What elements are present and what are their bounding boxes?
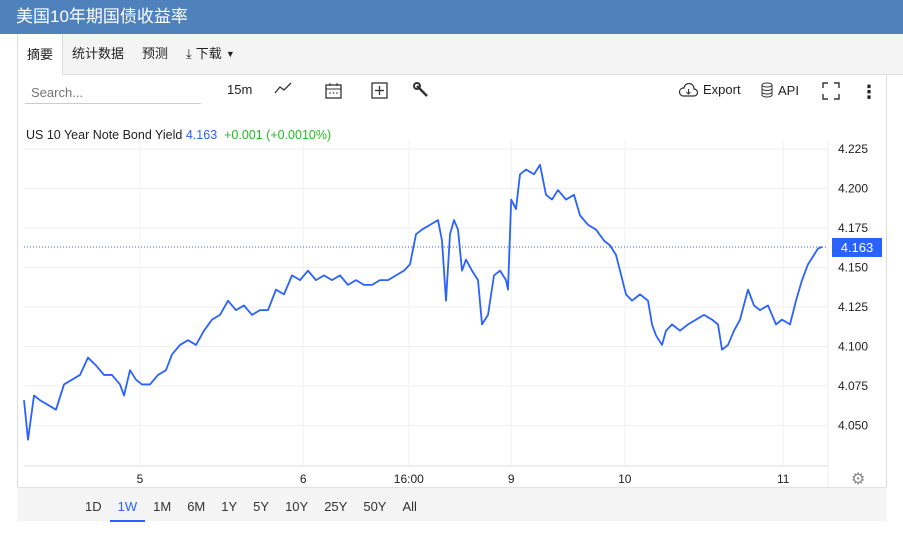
range-button-10y[interactable]: 10Y bbox=[277, 488, 316, 522]
page-title: 美国10年期国债收益率 bbox=[0, 0, 903, 34]
tab-statistics[interactable]: 统计数据 bbox=[63, 34, 133, 74]
series-value: 4.163 bbox=[185, 128, 218, 142]
plus-box-icon bbox=[371, 82, 388, 99]
wrench-icon bbox=[413, 82, 428, 97]
range-button-25y[interactable]: 25Y bbox=[316, 488, 355, 522]
caret-down-icon: ▼ bbox=[225, 49, 235, 59]
settings-tool-button[interactable] bbox=[413, 82, 429, 98]
add-indicator-button[interactable] bbox=[371, 82, 388, 99]
api-label: API bbox=[778, 82, 799, 98]
date-range-button[interactable] bbox=[325, 82, 342, 99]
range-selector: 1D 1W 1M 6M 1Y 5Y 10Y 25Y 50Y All bbox=[17, 487, 887, 522]
range-button-1w[interactable]: 1W bbox=[109, 488, 146, 522]
range-button-1m[interactable]: 1M bbox=[145, 488, 179, 522]
series-name: US 10 Year Note Bond Yield bbox=[26, 128, 183, 142]
tab-download[interactable]: ⤓ 下载 ▼ bbox=[177, 34, 244, 74]
line-chart-icon bbox=[274, 82, 292, 94]
chart-type-button[interactable] bbox=[274, 82, 292, 94]
series-change: +0.001 bbox=[224, 128, 263, 142]
tab-download-label: 下载 bbox=[195, 46, 222, 61]
api-button[interactable]: API bbox=[761, 82, 799, 98]
chart-legend: US 10 Year Note Bond Yield 4.163 +0.001 … bbox=[26, 128, 331, 142]
expand-icon bbox=[822, 82, 840, 100]
export-button[interactable]: Export bbox=[678, 82, 741, 97]
range-button-1y[interactable]: 1Y bbox=[213, 488, 245, 522]
range-button-all[interactable]: All bbox=[394, 488, 424, 522]
tab-bar: 摘要 统计数据 预测 ⤓ 下载 ▼ bbox=[17, 34, 903, 75]
range-button-6m[interactable]: 6M bbox=[179, 488, 213, 522]
fullscreen-button[interactable] bbox=[822, 82, 840, 100]
tab-forecast[interactable]: 预测 bbox=[133, 34, 177, 74]
more-options-icon[interactable]: ⋮ bbox=[860, 82, 878, 103]
search-input[interactable] bbox=[25, 82, 201, 104]
cloud-download-icon bbox=[678, 82, 698, 97]
download-icon: ⤓ bbox=[186, 46, 192, 61]
series-change-pct: (+0.0010%) bbox=[266, 128, 332, 142]
database-icon bbox=[761, 82, 773, 98]
range-button-50y[interactable]: 50Y bbox=[355, 488, 394, 522]
range-button-1d[interactable]: 1D bbox=[77, 488, 110, 522]
range-button-5y[interactable]: 5Y bbox=[245, 488, 277, 522]
tab-summary[interactable]: 摘要 bbox=[17, 34, 64, 75]
calendar-icon bbox=[325, 83, 342, 99]
interval-button[interactable]: 15m bbox=[227, 82, 252, 97]
export-label: Export bbox=[703, 82, 741, 97]
gear-icon[interactable]: ⚙ bbox=[851, 469, 865, 489]
